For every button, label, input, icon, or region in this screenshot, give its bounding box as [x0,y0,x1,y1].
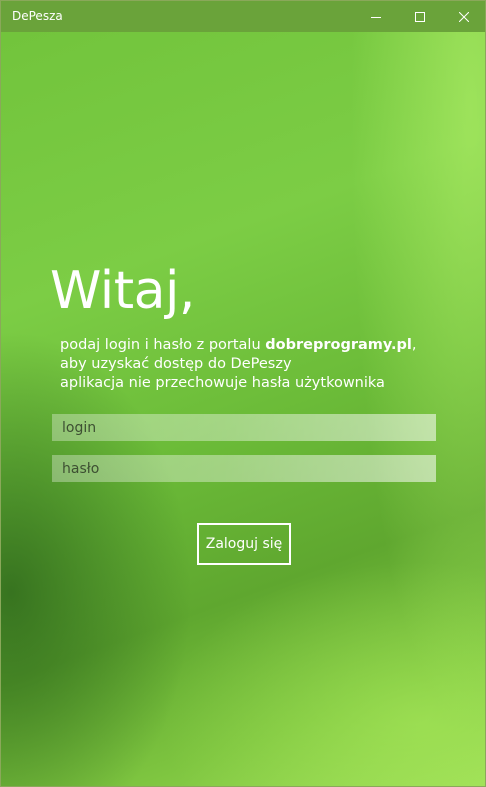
maximize-icon [415,11,425,22]
minimize-icon [371,12,381,22]
description-prefix: podaj login i hasło z portalu [60,337,266,353]
password-input[interactable] [52,455,436,482]
window-title: DePesza [12,9,63,23]
maximize-button[interactable] [397,1,443,32]
login-page: Witaj, podaj login i hasło z portalu dob… [1,32,485,786]
close-button[interactable] [441,1,485,32]
close-icon [459,11,469,22]
app-window: DePesza Witaj, podaj login i hasło z por… [0,0,486,787]
login-description: podaj login i hasło z portalu dobreprogr… [60,336,440,393]
privacy-note: aplikacja nie przechowuje hasła użytkown… [60,375,385,391]
site-name: dobreprogramy.pl [265,337,412,353]
title-bar[interactable]: DePesza [1,1,485,32]
welcome-heading: Witaj, [50,261,195,321]
minimize-button[interactable] [353,1,399,32]
login-input[interactable] [52,414,436,441]
login-button[interactable]: Zaloguj się [197,523,291,565]
